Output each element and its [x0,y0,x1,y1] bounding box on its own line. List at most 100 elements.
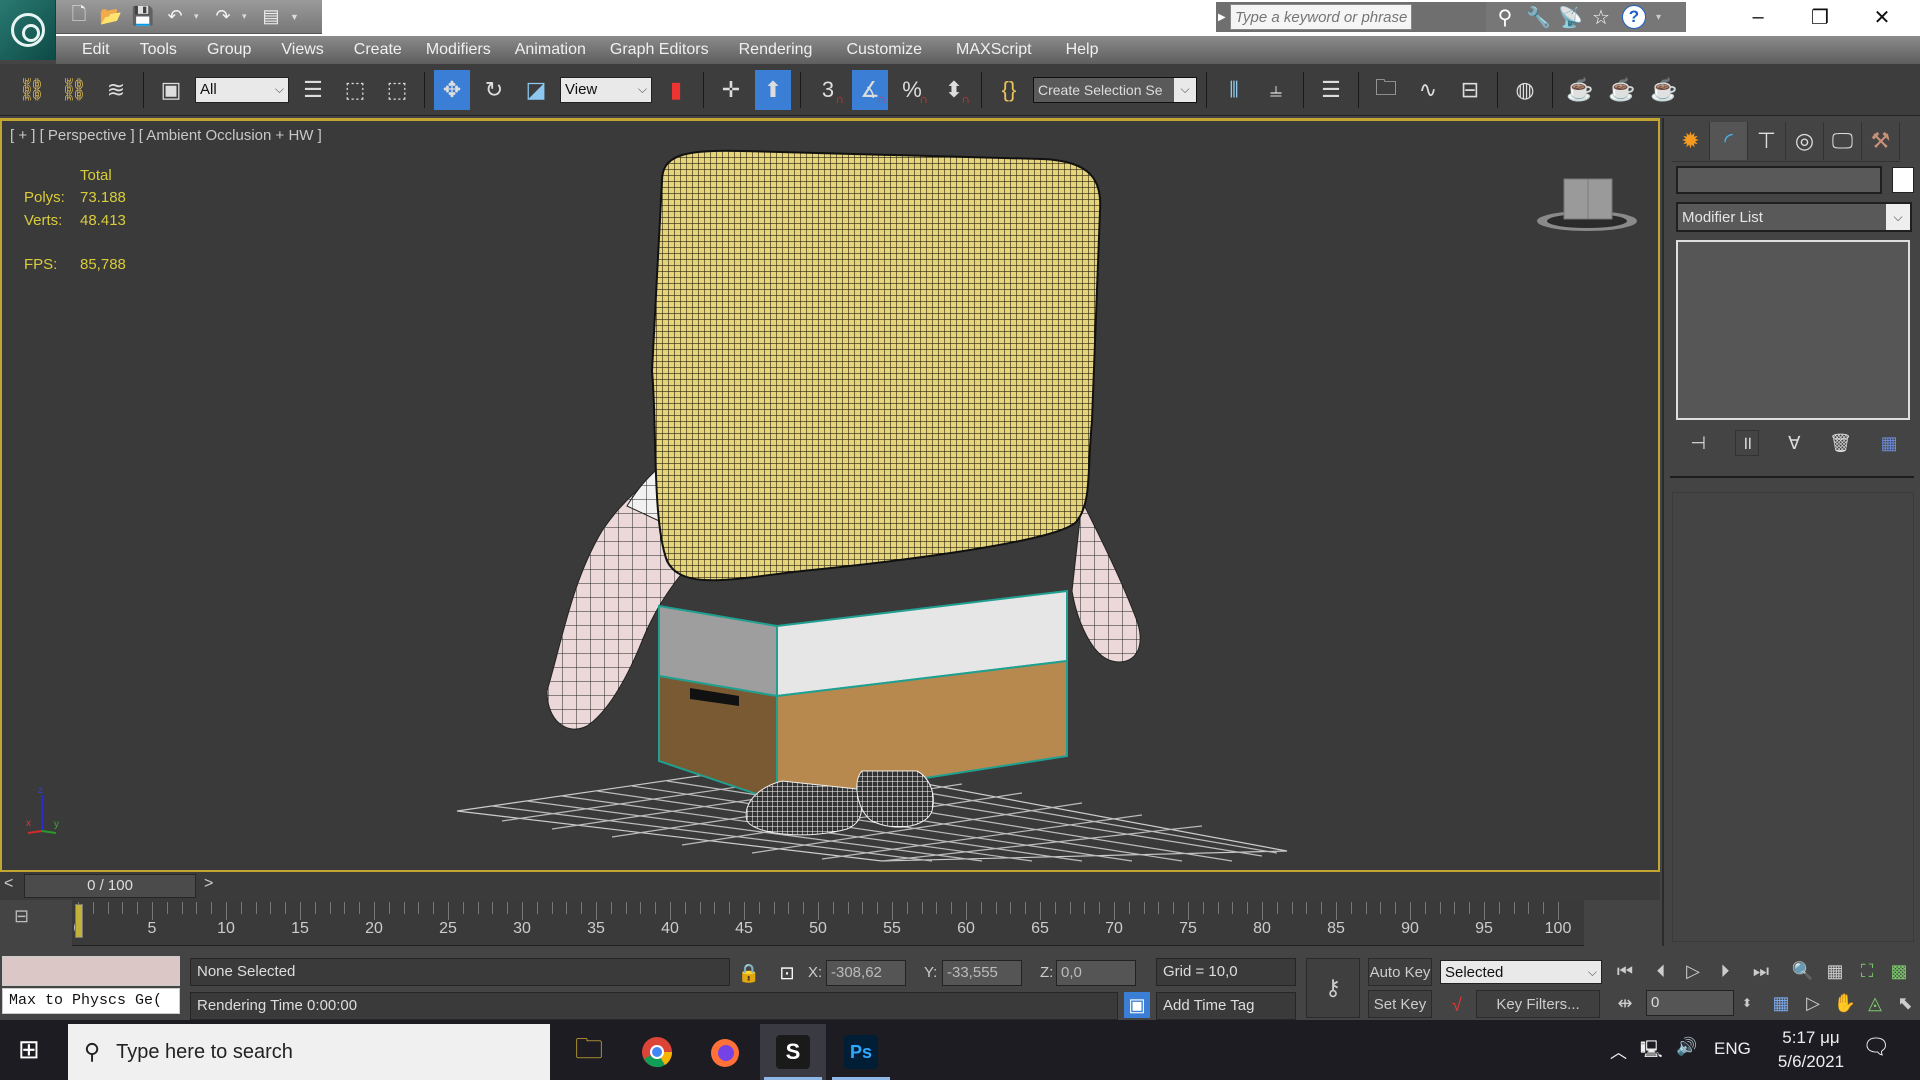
menu-graph-editors[interactable]: Graph Editors [598,36,721,64]
network-icon[interactable]: 🖳 [1640,1037,1663,1066]
tab-motion[interactable]: ◎ [1786,122,1824,160]
menu-maxscript[interactable]: MAXScript [944,36,1044,64]
new-file-icon[interactable]: 🗋 [66,4,92,29]
schematic-view-icon[interactable]: ⊟ [1452,70,1488,110]
restore-button[interactable]: ❐ [1790,0,1850,34]
maximize-viewport-icon[interactable]: ⬉ [1892,990,1918,1016]
set-key-button[interactable]: Set Key [1368,990,1432,1018]
clock-time[interactable]: 5:17 μμ [1770,1028,1852,1048]
tab-modify[interactable]: ◜ [1710,122,1748,160]
track-bar[interactable]: ⊟ 05101520253035404550556065707580859095… [0,900,1660,950]
minimize-button[interactable]: – [1728,0,1788,34]
go-to-end-icon[interactable]: ⏭ [1748,958,1774,984]
action-center-icon[interactable]: 🗨 [1862,1034,1890,1060]
remove-modifier-icon[interactable]: 🗑 [1829,433,1852,454]
key-mode-toggle-icon[interactable]: ⇹ [1612,990,1638,1016]
y-coordinate-field[interactable]: -33,555 [942,960,1022,986]
app-menu-button[interactable] [0,0,56,60]
menu-edit[interactable]: Edit [70,36,122,64]
select-and-link-icon[interactable]: ⛓ [14,70,50,110]
z-coordinate-field[interactable]: 0,0 [1056,960,1136,986]
menu-customize[interactable]: Customize [834,36,934,64]
select-and-rotate-icon[interactable]: ↻ [476,70,512,110]
tab-display[interactable]: 🖵 [1824,122,1862,160]
prev-frame-button[interactable]: < [4,875,13,893]
set-key-mode-key-icon[interactable]: ⚷ [1306,958,1360,1018]
zoom-extents-all-icon[interactable]: ▩ [1886,958,1912,984]
taskbar-app-file-explorer[interactable]: 🗀 [556,1024,622,1080]
menu-rendering[interactable]: Rendering [727,36,825,64]
select-and-scale-icon[interactable]: ◪ [518,70,554,110]
add-time-tag-button[interactable]: Add Time Tag [1156,992,1296,1020]
pin-stack-icon[interactable]: ⊣ [1690,433,1706,454]
named-selection-set-dropdown[interactable]: Create Selection Se ⌵ [1033,76,1197,103]
zoom-all-icon[interactable]: ▦ [1822,958,1848,984]
window-crossing-icon[interactable]: ⬚ [379,70,415,110]
edit-named-selection-icon[interactable]: {} [991,70,1027,110]
satellite-icon[interactable]: 📡 [1558,5,1583,30]
taskbar-app-firefox[interactable] [692,1024,758,1080]
rectangular-selection-icon[interactable]: ⬚ [337,70,373,110]
maxscript-mini-listener-input[interactable]: Max to Physcs Ge( [2,988,180,1014]
time-configuration-icon[interactable]: ▦ [1768,990,1794,1016]
current-frame-marker[interactable] [75,904,83,938]
object-name-field[interactable] [1676,166,1882,194]
keyboard-shortcut-override-icon[interactable]: ⬆ [755,69,791,110]
select-and-move-icon[interactable]: ✥ [434,69,470,110]
undo-icon[interactable]: ↶ [162,5,188,29]
mini-curve-editor-icon[interactable]: ⊟ [14,906,29,927]
keyword-search-input[interactable] [1230,4,1412,30]
pan-view-hand-icon[interactable]: ✋ [1832,990,1858,1016]
maxscript-mini-listener-output[interactable] [2,956,180,986]
help-icon[interactable]: ? [1622,5,1646,29]
input-language[interactable]: ENG [1714,1039,1751,1059]
key-icon[interactable]: 🔧 [1526,5,1551,30]
material-editor-icon[interactable]: ◍ [1507,70,1543,110]
perspective-viewport[interactable]: [ + ] [ Perspective ] [ Ambient Occlusio… [0,118,1660,872]
customize-qat-icon[interactable]: ▼ [290,12,300,22]
play-icon[interactable]: ▷ [1680,958,1706,984]
time-slider-handle[interactable]: 0 / 100 [24,874,196,898]
selection-filter-dropdown[interactable]: All ⌵ [195,76,289,103]
unlink-icon[interactable]: ⛓ [56,70,92,110]
bind-space-warp-icon[interactable]: ≋ [98,70,134,110]
default-in-out-tangents-icon[interactable]: √ [1444,992,1470,1018]
menu-create[interactable]: Create [342,36,414,64]
percent-snap-icon[interactable]: % ∩ [894,70,930,110]
redo-dropdown-icon[interactable]: ▾ [242,11,252,22]
select-by-name-icon[interactable]: ☰ [295,70,331,110]
selection-lock-icon[interactable]: 🔒 [736,960,762,986]
menu-group[interactable]: Group [195,36,263,64]
align-icon[interactable]: ⫨ [1258,70,1294,110]
taskbar-app-photoshop[interactable]: Ps [828,1024,894,1080]
go-to-start-icon[interactable]: ⏮ [1612,958,1638,984]
spinner-snap-icon[interactable]: ⬍ ∩ [936,70,972,110]
scene-explorer-icon[interactable]: 🗀 [1368,70,1404,110]
layer-explorer-icon[interactable]: ☰ [1313,70,1349,110]
configure-modifier-sets-icon[interactable]: ▦ [1881,433,1898,454]
previous-frame-icon[interactable]: ⏴ [1648,958,1674,984]
current-frame-field[interactable]: 0 [1646,990,1734,1016]
pivot-center-icon[interactable]: ▮ [658,70,694,110]
viewcube[interactable] [1532,169,1642,239]
open-file-icon[interactable]: 📂 [98,5,124,29]
volume-icon[interactable]: 🔊 [1676,1037,1697,1057]
key-mode-dropdown[interactable]: Selected ⌵ [1440,960,1602,984]
menu-views[interactable]: Views [269,36,335,64]
star-icon[interactable]: ☆ [1590,5,1612,30]
snaps-toggle-icon[interactable]: 3 ∩ [810,70,846,110]
key-filters-button[interactable]: Key Filters... [1476,990,1600,1018]
track-ruler[interactable]: 0510152025303540455055606570758085909510… [72,900,1584,946]
zoom-extents-icon[interactable]: ⛶ [1854,958,1880,984]
select-object-icon[interactable]: ▣ [153,70,189,110]
clock-date[interactable]: 5/6/2021 [1770,1052,1852,1072]
menu-tools[interactable]: Tools [128,36,189,64]
field-of-view-icon[interactable]: ▷ [1800,990,1826,1016]
absolute-mode-transform-icon[interactable]: ⊡ [774,960,800,986]
reference-coord-dropdown[interactable]: View ⌵ [560,76,652,103]
tab-create[interactable]: ✹ [1672,122,1710,160]
help-dropdown-icon[interactable]: ▾ [1656,12,1661,23]
save-icon[interactable]: 💾 [130,5,156,29]
tab-utilities[interactable]: ⚒ [1862,122,1900,160]
rendered-frame-window-icon[interactable]: ☕ [1604,70,1640,110]
